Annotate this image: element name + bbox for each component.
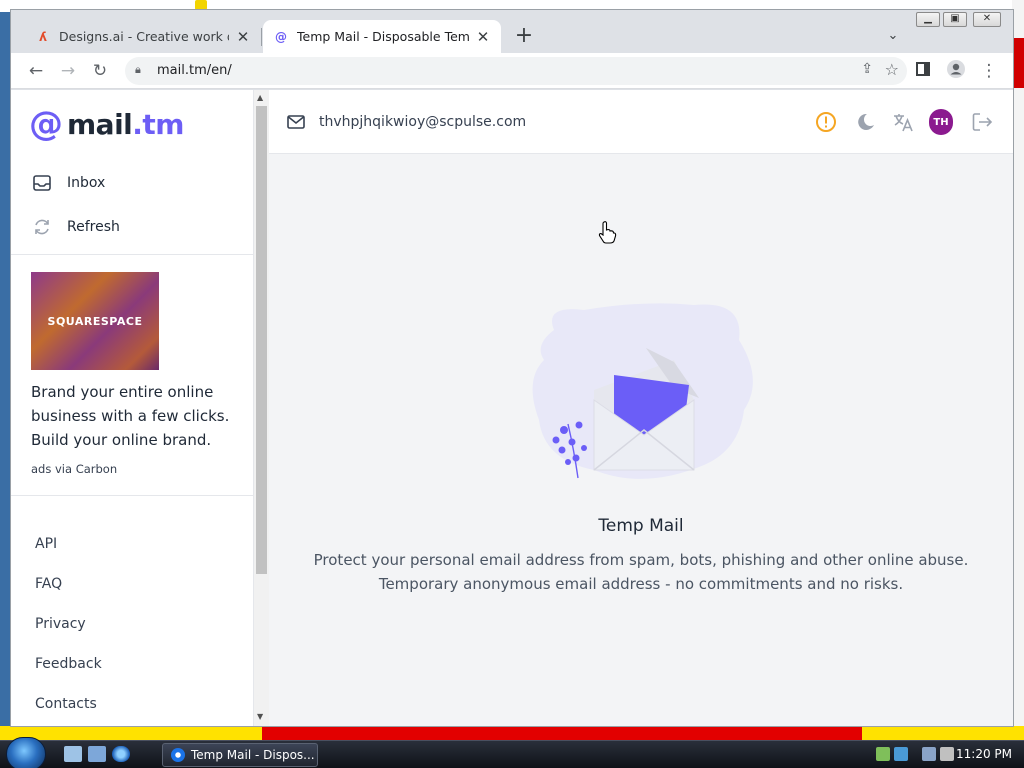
show-desktop-icon[interactable] (64, 746, 82, 762)
sidebar-scrollbar[interactable]: ▲ ▼ (254, 90, 269, 726)
logo-tm-text: .tm (132, 107, 184, 141)
main-panel: thvhpjhqikwioy@scpulse.com TH Temp Mail … (269, 90, 1013, 726)
logout-icon[interactable] (970, 110, 994, 134)
tab-search-icon[interactable]: ⌄ (884, 28, 902, 46)
ad-brand-text: SQUARESPACE (47, 314, 143, 328)
divider (11, 254, 254, 255)
lock-icon[interactable]: 🔒︎ (135, 63, 149, 79)
envelope-icon (287, 114, 305, 129)
avatar-initials: TH (929, 109, 953, 135)
sidebar-item-inbox[interactable]: Inbox (31, 172, 105, 194)
browser-toolbar: ← → ↻ 🔒︎ mail.tm/en/ ⇪ ☆ ⋮ (11, 53, 1013, 89)
tray-network-icon[interactable] (876, 747, 890, 761)
hand-cursor-icon (598, 221, 617, 244)
tab-title: Designs.ai - Creative work done q (59, 29, 229, 44)
system-tray: 11:20 PM (868, 741, 1024, 768)
scroll-down-arrow-icon[interactable]: ▼ (257, 712, 263, 721)
back-icon[interactable]: ← (24, 59, 48, 83)
browser-window: ʎ Designs.ai - Creative work done q ✕ @ … (10, 9, 1014, 727)
ad-image[interactable]: SQUARESPACE (31, 272, 159, 370)
footer-link-api[interactable]: API (35, 536, 57, 552)
translate-icon[interactable] (891, 110, 915, 134)
url-text[interactable]: mail.tm/en/ (157, 63, 232, 78)
footer-link-contacts[interactable]: Contacts (35, 696, 97, 712)
scrollbar-thumb[interactable] (256, 106, 267, 574)
close-tab-icon[interactable]: ✕ (235, 29, 251, 45)
maximize-button[interactable]: ▣ (943, 12, 967, 27)
tab-temp-mail[interactable]: @ Temp Mail - Disposable Tempora ✕ (263, 20, 501, 53)
switch-windows-icon[interactable] (88, 746, 106, 762)
tab-separator (261, 28, 262, 46)
share-icon[interactable]: ⇪ (861, 61, 873, 77)
address-bar[interactable]: 🔒︎ mail.tm/en/ ⇪ ☆ (125, 57, 907, 85)
scroll-up-arrow-icon[interactable]: ▲ (257, 93, 263, 102)
ad-attribution-link[interactable]: ads via Carbon (31, 462, 117, 476)
sidebar-item-label: Inbox (67, 175, 106, 191)
taskbar-clock[interactable]: 11:20 PM (956, 747, 1012, 761)
page-content: @ mail.tm Inbox Refresh SQUARESPACE Bran… (11, 90, 1013, 726)
user-avatar[interactable]: TH (929, 109, 953, 135)
empty-state-description: Protect your personal email address from… (269, 548, 1013, 596)
profile-icon[interactable] (944, 59, 968, 83)
mail-tm-logo[interactable]: @ mail.tm (29, 106, 184, 142)
internet-explorer-icon[interactable] (112, 746, 130, 762)
tab-title: Temp Mail - Disposable Tempora (297, 29, 469, 44)
bookmark-star-icon[interactable]: ☆ (885, 60, 899, 79)
tab-designs-ai[interactable]: ʎ Designs.ai - Creative work done q ✕ (25, 20, 261, 53)
side-panel-icon[interactable] (911, 59, 935, 83)
empty-inbox-illustration (532, 303, 753, 479)
mail-tm-icon: @ (275, 29, 287, 44)
new-tab-button[interactable]: + (511, 24, 537, 50)
dark-mode-moon-icon[interactable] (854, 110, 878, 134)
sidebar: @ mail.tm Inbox Refresh SQUARESPACE Bran… (11, 90, 254, 726)
tray-volume-muted-icon[interactable] (940, 747, 954, 761)
desktop-background-bottom (0, 726, 1024, 740)
inbox-icon (31, 172, 53, 194)
email-header-bar: thvhpjhqikwioy@scpulse.com TH (269, 90, 1013, 154)
sidebar-item-refresh[interactable]: Refresh (31, 216, 120, 238)
footer-link-feedback[interactable]: Feedback (35, 656, 102, 672)
tray-app-icon[interactable] (894, 747, 908, 761)
designs-ai-icon: ʎ (39, 29, 47, 44)
chrome-icon (171, 748, 185, 762)
ad-text[interactable]: Brand your entire online business with a… (31, 380, 246, 452)
reload-icon[interactable]: ↻ (88, 59, 112, 83)
menu-kebab-icon[interactable]: ⋮ (977, 59, 1001, 83)
tray-display-icon[interactable] (922, 747, 936, 761)
footer-link-faq[interactable]: FAQ (35, 576, 62, 592)
empty-state-line: Temporary anonymous email address - no c… (378, 575, 904, 593)
minimize-button[interactable]: ▁ (916, 12, 940, 27)
tab-strip: ʎ Designs.ai - Creative work done q ✕ @ … (11, 10, 1013, 53)
warning-icon[interactable] (814, 110, 838, 134)
close-window-button[interactable]: ✕ (973, 12, 1001, 27)
windows-taskbar: Temp Mail - Dispos... 11:20 PM (0, 737, 1024, 768)
logo-at-symbol: @ (29, 104, 63, 144)
refresh-icon (31, 216, 53, 238)
footer-link-privacy[interactable]: Privacy (35, 616, 86, 632)
taskbar-window-title: Temp Mail - Dispos... (191, 748, 315, 762)
forward-icon[interactable]: → (56, 59, 80, 83)
empty-state-title: Temp Mail (598, 516, 684, 536)
taskbar-chrome-window[interactable]: Temp Mail - Dispos... (162, 743, 318, 767)
email-address[interactable]: thvhpjhqikwioy@scpulse.com (319, 114, 526, 130)
divider (11, 495, 254, 496)
start-button[interactable] (6, 737, 46, 768)
sidebar-item-label: Refresh (67, 219, 120, 235)
logo-mail-text: mail (67, 107, 133, 141)
empty-state-line: Protect your personal email address from… (313, 551, 969, 569)
close-tab-icon[interactable]: ✕ (475, 29, 491, 45)
